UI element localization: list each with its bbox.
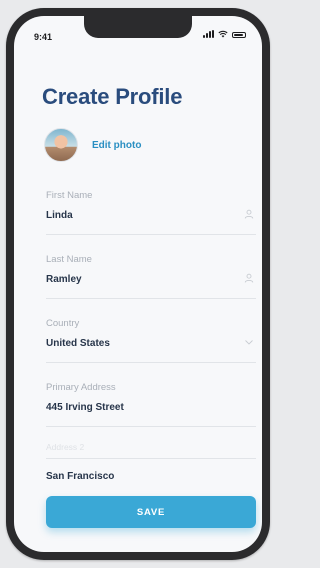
address2-field[interactable]: Address 2 (46, 436, 256, 459)
primary-address-input[interactable]: 445 Irving Street (46, 402, 124, 413)
country-select[interactable]: United States (46, 338, 110, 349)
app-screen: 9:41 Create Profile Edit photo First Nam… (14, 16, 262, 552)
last-name-label: Last Name (46, 254, 92, 265)
page-title: Create Profile (42, 84, 183, 109)
primary-address-label: Primary Address (46, 382, 116, 393)
chevron-down-icon[interactable] (244, 337, 254, 347)
country-field[interactable]: Country United States (46, 318, 256, 363)
primary-address-field[interactable]: Primary Address 445 Irving Street (46, 382, 256, 427)
last-name-input[interactable]: Ramley (46, 274, 82, 285)
battery-icon (232, 32, 246, 38)
user-icon (244, 209, 254, 219)
first-name-field[interactable]: First Name Linda (46, 190, 256, 235)
avatar[interactable] (44, 128, 78, 162)
address2-placeholder[interactable]: Address 2 (46, 442, 84, 452)
last-name-field[interactable]: Last Name Ramley (46, 254, 256, 299)
status-time: 9:41 (34, 32, 53, 42)
first-name-label: First Name (46, 190, 93, 201)
signal-icon (203, 30, 214, 38)
notch (84, 16, 192, 38)
wifi-icon (218, 30, 228, 38)
user-icon (244, 273, 254, 283)
status-icons (203, 30, 246, 38)
country-label: Country (46, 318, 80, 329)
first-name-input[interactable]: Linda (46, 210, 73, 221)
phone-frame: 9:41 Create Profile Edit photo First Nam… (6, 8, 270, 560)
profile-photo-row: Edit photo (44, 128, 141, 162)
edit-photo-link[interactable]: Edit photo (92, 140, 141, 151)
city-value[interactable]: San Francisco (46, 471, 114, 482)
save-button[interactable]: SAVE (46, 496, 256, 528)
